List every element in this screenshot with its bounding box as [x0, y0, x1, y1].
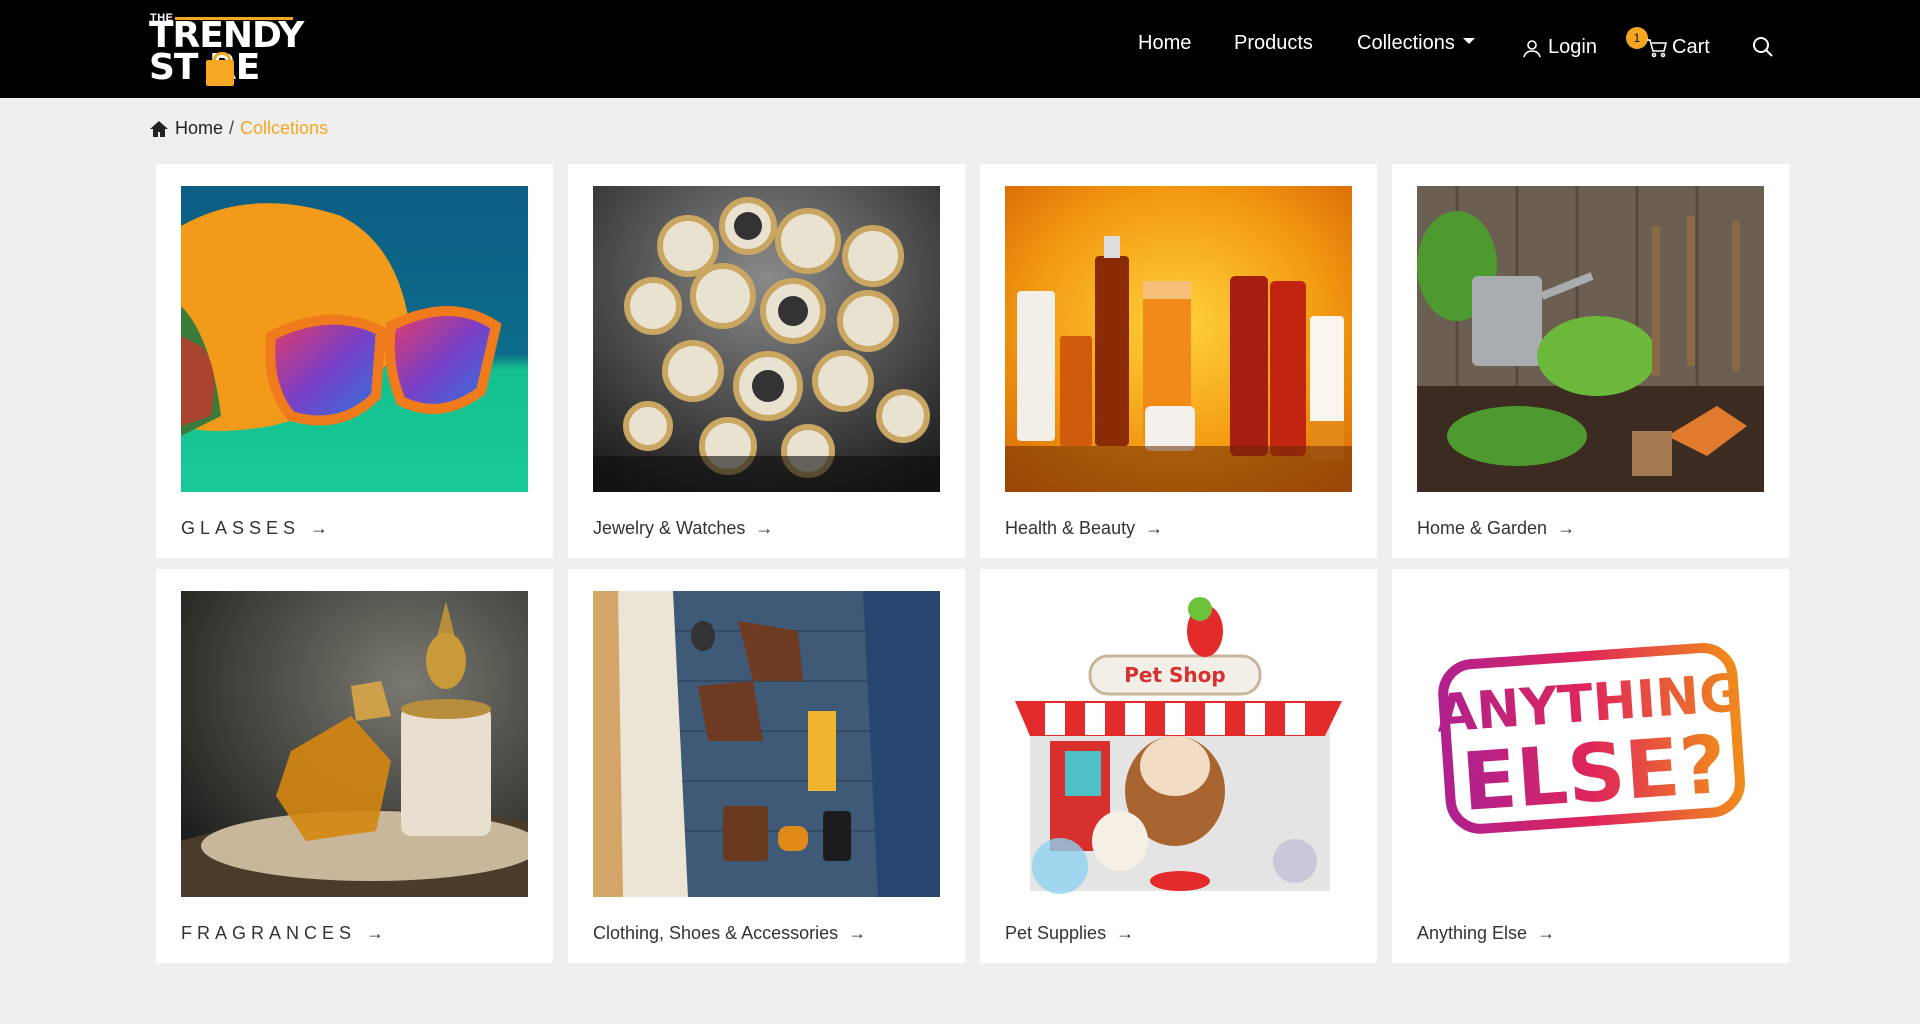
logo-word-store: ST RE — [149, 47, 260, 88]
arrow-right-icon: → — [1557, 518, 1576, 538]
cart-count-badge: 1 — [1626, 27, 1648, 49]
arrow-right-icon: → — [366, 923, 385, 943]
collection-title: Clothing, Shoes & Accessories — [593, 923, 839, 943]
collection-label[interactable]: Home & Garden → — [1417, 518, 1575, 539]
nav-login-label: Login — [1548, 36, 1597, 58]
nav-collections-dropdown[interactable]: Collections — [1357, 32, 1475, 55]
chevron-down-icon — [1462, 37, 1475, 44]
search-button[interactable] — [1752, 36, 1774, 63]
collection-card-pet-supplies[interactable]: Pet Shop Pet Supplies → — [980, 569, 1377, 963]
watches-image[interactable] — [593, 186, 940, 492]
arrow-right-icon: → — [1116, 923, 1135, 943]
user-icon — [1523, 39, 1541, 57]
collection-label[interactable]: Pet Supplies → — [1005, 923, 1134, 944]
arrow-right-icon: → — [1537, 923, 1556, 943]
collection-label[interactable]: FRAGRANCES → — [181, 923, 384, 944]
pet-shop-sign-text: Pet Shop — [1124, 663, 1225, 687]
collection-label[interactable]: GLASSES → — [181, 518, 328, 539]
nav-login-link[interactable]: Login — [1522, 36, 1597, 59]
nav-home-link[interactable]: Home — [1138, 32, 1191, 55]
breadcrumb-separator: / — [229, 118, 235, 138]
collection-card-health-beauty[interactable]: Health & Beauty → — [980, 164, 1377, 558]
nav-products-link[interactable]: Products — [1234, 32, 1313, 55]
breadcrumb: Home / Collcetions — [149, 118, 328, 139]
nav-cart-label: Cart — [1672, 36, 1710, 58]
collection-label[interactable]: Health & Beauty → — [1005, 518, 1163, 539]
arrow-right-icon: → — [1145, 518, 1164, 538]
collection-card-fragrances[interactable]: FRAGRANCES → — [156, 569, 553, 963]
arrow-right-icon: → — [848, 923, 867, 943]
arrow-right-icon: → — [310, 518, 329, 538]
stamp-line2: ELSE? — [1459, 718, 1729, 829]
collection-title: Home & Garden — [1417, 518, 1548, 538]
pet-shop-image[interactable]: Pet Shop — [1005, 591, 1352, 897]
breadcrumb-home-link[interactable]: Home — [175, 118, 223, 139]
collection-card-anything-else[interactable]: ANYTHING ELSE? Anything Else → — [1392, 569, 1789, 963]
collection-card-glasses[interactable]: GLASSES → — [156, 164, 553, 558]
collection-title: Anything Else — [1417, 923, 1528, 943]
search-icon — [1753, 37, 1773, 57]
collection-title: Pet Supplies — [1005, 923, 1107, 943]
collection-card-home-garden[interactable]: Home & Garden → — [1392, 164, 1789, 558]
top-navigation-bar: THE TRENDY ST RE Home Products Collectio… — [0, 0, 1920, 98]
collection-card-jewelry-watches[interactable]: Jewelry & Watches → — [568, 164, 965, 558]
cosmetics-image[interactable] — [1005, 186, 1352, 492]
collection-label[interactable]: Anything Else → — [1417, 923, 1555, 944]
arrow-right-icon: → — [755, 518, 774, 538]
breadcrumb-current: Collcetions — [240, 118, 329, 138]
collection-label[interactable]: Clothing, Shoes & Accessories → — [593, 923, 866, 944]
clothing-image[interactable] — [593, 591, 940, 897]
store-logo[interactable]: THE TRENDY ST RE — [149, 12, 304, 88]
anything-else-image[interactable]: ANYTHING ELSE? — [1417, 591, 1764, 897]
collection-card-clothing[interactable]: Clothing, Shoes & Accessories → — [568, 569, 965, 963]
collection-label[interactable]: Jewelry & Watches → — [593, 518, 773, 539]
collection-title: FRAGRANCES — [181, 923, 357, 943]
collection-title: GLASSES — [181, 518, 301, 538]
garden-image[interactable] — [1417, 186, 1764, 492]
nav-collections-label: Collections — [1357, 32, 1455, 54]
sunglasses-image[interactable] — [181, 186, 528, 492]
collection-title: Jewelry & Watches — [593, 518, 746, 538]
collection-title: Health & Beauty — [1005, 518, 1136, 538]
shopping-bag-icon — [206, 52, 234, 86]
perfume-image[interactable] — [181, 591, 528, 897]
nav-cart-link[interactable]: Cart — [1646, 36, 1710, 59]
home-icon — [150, 120, 168, 137]
cart-icon — [1647, 38, 1668, 57]
